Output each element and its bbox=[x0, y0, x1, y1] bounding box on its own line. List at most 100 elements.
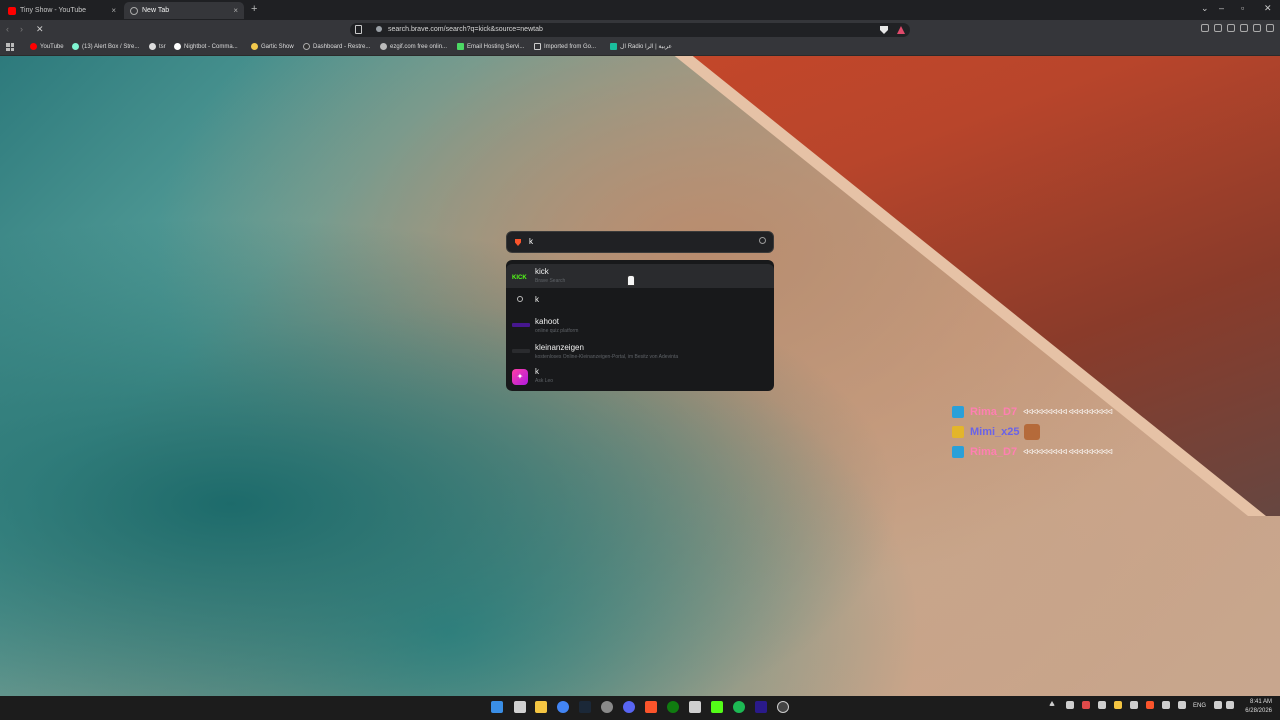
spotify-icon[interactable] bbox=[733, 701, 745, 713]
xbox-icon[interactable] bbox=[667, 701, 679, 713]
leo-toolbar-icon[interactable] bbox=[1240, 24, 1248, 32]
tab-close-icon[interactable]: × bbox=[111, 6, 116, 15]
mouse-cursor-icon bbox=[627, 275, 635, 286]
nightbot-icon bbox=[174, 43, 181, 50]
tab-search-chevron-icon[interactable]: ⌄ bbox=[1201, 3, 1209, 14]
discord-icon[interactable] bbox=[623, 701, 635, 713]
bookmark-tsr[interactable]: tsr bbox=[149, 43, 166, 50]
email-hosting-icon bbox=[457, 43, 464, 50]
apps-grid-icon[interactable] bbox=[6, 43, 14, 51]
address-url[interactable]: search.brave.com/search?q=kick&source=ne… bbox=[388, 26, 543, 33]
bookmark-nightbot[interactable]: Nightbot - Comma... bbox=[174, 43, 238, 50]
new-tab-button[interactable]: + bbox=[251, 3, 257, 15]
tray-app-icon[interactable] bbox=[1098, 701, 1106, 709]
stop-loading-button[interactable]: ✕ bbox=[36, 24, 44, 35]
ezgif-icon bbox=[380, 43, 387, 50]
tray-chevron-icon[interactable] bbox=[1049, 701, 1055, 706]
menu-icon[interactable] bbox=[1266, 24, 1274, 32]
tab-close-icon[interactable]: × bbox=[233, 6, 238, 15]
extensions-icon[interactable] bbox=[1201, 24, 1209, 32]
bookmark-folder-imported[interactable]: Imported from Go... bbox=[534, 43, 596, 50]
streamlabs-icon bbox=[72, 43, 79, 50]
clock[interactable]: 8:41 AM 6/28/2026 bbox=[1245, 698, 1272, 716]
volume-icon[interactable] bbox=[1226, 701, 1234, 709]
bookmarks-bar: YouTube (13) Alert Box / Stre... tsr Nig… bbox=[0, 40, 1280, 56]
tray-app-icon[interactable] bbox=[1130, 701, 1138, 709]
brave-icon[interactable] bbox=[645, 701, 657, 713]
suggestion-kahoot[interactable]: kahoot online quiz platform bbox=[506, 314, 774, 338]
suggestion-kleinanzeigen[interactable]: kleinanzeigen kostenloses Online-Kleinan… bbox=[506, 340, 774, 364]
steam-icon[interactable] bbox=[579, 701, 591, 713]
streamer-app-icon[interactable] bbox=[711, 701, 723, 713]
language-indicator[interactable]: ENG bbox=[1193, 703, 1206, 709]
settings-icon[interactable] bbox=[601, 701, 613, 713]
tab-title: Tiny Show - YouTube bbox=[20, 7, 87, 14]
wallet-icon[interactable] bbox=[1227, 24, 1235, 32]
tab-title: New Tab bbox=[142, 7, 170, 14]
forward-button[interactable]: › bbox=[20, 24, 23, 34]
task-view-icon[interactable] bbox=[514, 701, 526, 713]
suggestion-ask-leo[interactable]: ✦ k Ask Leo bbox=[506, 364, 774, 388]
chat-message: Rima_D7 ᐊᐊᐊᐊᐊᐊᐊᐊᐊ ᐊᐊᐊᐊᐊᐊᐊᐊᐊ bbox=[952, 402, 1113, 422]
chat-message: Mimi_x25 bbox=[952, 422, 1112, 442]
brave-shields-icon[interactable] bbox=[880, 26, 888, 34]
chat-overlay: Rima_D7 ᐊᐊᐊᐊᐊᐊᐊᐊᐊ ᐊᐊᐊᐊᐊᐊᐊᐊᐊ Mimi_x25 Rim… bbox=[952, 402, 1113, 462]
tab-new-tab[interactable]: New Tab × bbox=[124, 2, 244, 19]
minimize-button[interactable]: – bbox=[1219, 3, 1224, 13]
tray-app-icon[interactable] bbox=[1066, 701, 1074, 709]
tray-app-icon[interactable] bbox=[1162, 701, 1170, 709]
search-input[interactable]: k bbox=[529, 237, 533, 246]
toolbar-icons bbox=[1201, 24, 1274, 32]
kahoot-logo-icon bbox=[512, 323, 530, 327]
notepad-icon[interactable] bbox=[689, 701, 701, 713]
file-explorer-icon[interactable] bbox=[535, 701, 547, 713]
search-box[interactable]: k bbox=[506, 231, 774, 253]
tray-app-icon[interactable] bbox=[1146, 701, 1154, 709]
bookmark-alert-box[interactable]: (13) Alert Box / Stre... bbox=[72, 43, 139, 50]
bookmark-gartic-show[interactable]: Gartic Show bbox=[251, 43, 294, 50]
search-suggestions: KICK kick Brave Search k kahoot online q… bbox=[506, 260, 774, 391]
bookmark-ezgif[interactable]: ezgif.com free onlin... bbox=[380, 43, 447, 50]
brave-search-icon bbox=[515, 239, 521, 246]
kleinanzeigen-logo-icon bbox=[512, 349, 530, 353]
suggestion-kick[interactable]: KICK kick Brave Search bbox=[506, 264, 774, 288]
chat-badge-icon bbox=[952, 446, 964, 458]
chat-badge-icon bbox=[952, 406, 964, 418]
tray-app-icon[interactable] bbox=[1082, 701, 1090, 709]
chrome-icon[interactable] bbox=[557, 701, 569, 713]
radio-icon bbox=[610, 43, 617, 50]
obs-icon[interactable] bbox=[777, 701, 789, 713]
suggestion-k-search[interactable]: k bbox=[506, 292, 774, 310]
brave-rewards-icon[interactable] bbox=[897, 26, 905, 34]
maximize-button[interactable]: ▫ bbox=[1241, 3, 1244, 13]
restream-icon bbox=[303, 43, 310, 50]
back-button[interactable]: ‹ bbox=[6, 24, 9, 34]
kick-logo-icon: KICK bbox=[512, 275, 527, 281]
address-bar[interactable]: search.brave.com/search?q=kick&source=ne… bbox=[350, 23, 910, 37]
bookmark-email-hosting[interactable]: Email Hosting Servi... bbox=[457, 43, 524, 50]
premiere-icon[interactable] bbox=[755, 701, 767, 713]
network-icon[interactable] bbox=[1214, 701, 1222, 709]
crown-badge-icon bbox=[952, 426, 964, 438]
windows-start-icon[interactable] bbox=[491, 701, 503, 713]
tab-youtube[interactable]: Tiny Show - YouTube × bbox=[2, 2, 122, 19]
vpn-icon[interactable] bbox=[1253, 24, 1261, 32]
close-window-button[interactable]: ✕ bbox=[1264, 3, 1272, 14]
leo-icon: ✦ bbox=[512, 369, 528, 385]
chat-emote-icon bbox=[1023, 424, 1040, 440]
taskbar: ENG 8:41 AM 6/28/2026 bbox=[0, 696, 1280, 720]
bookmark-dashboard-restream[interactable]: Dashboard - Restre... bbox=[303, 43, 370, 50]
chat-message: Rima_D7 ᐊᐊᐊᐊᐊᐊᐊᐊᐊ ᐊᐊᐊᐊᐊᐊᐊᐊᐊ bbox=[952, 442, 1113, 462]
site-info-icon[interactable] bbox=[376, 26, 382, 32]
bookmark-icon[interactable] bbox=[355, 25, 362, 34]
tray-app-icon[interactable] bbox=[1114, 701, 1122, 709]
bookmark-arabic-radio[interactable]: ال Radio عربية | الرا bbox=[610, 43, 672, 50]
search-icon[interactable] bbox=[759, 237, 766, 244]
youtube-icon bbox=[30, 43, 37, 50]
folder-icon bbox=[534, 43, 541, 50]
tab-strip: Tiny Show - YouTube × New Tab × + ⌄ – ▫ … bbox=[0, 0, 1280, 20]
microphone-icon[interactable] bbox=[1178, 701, 1186, 709]
sidebar-icon[interactable] bbox=[1214, 24, 1222, 32]
search-icon bbox=[517, 296, 523, 302]
bookmark-youtube[interactable]: YouTube bbox=[30, 43, 64, 50]
